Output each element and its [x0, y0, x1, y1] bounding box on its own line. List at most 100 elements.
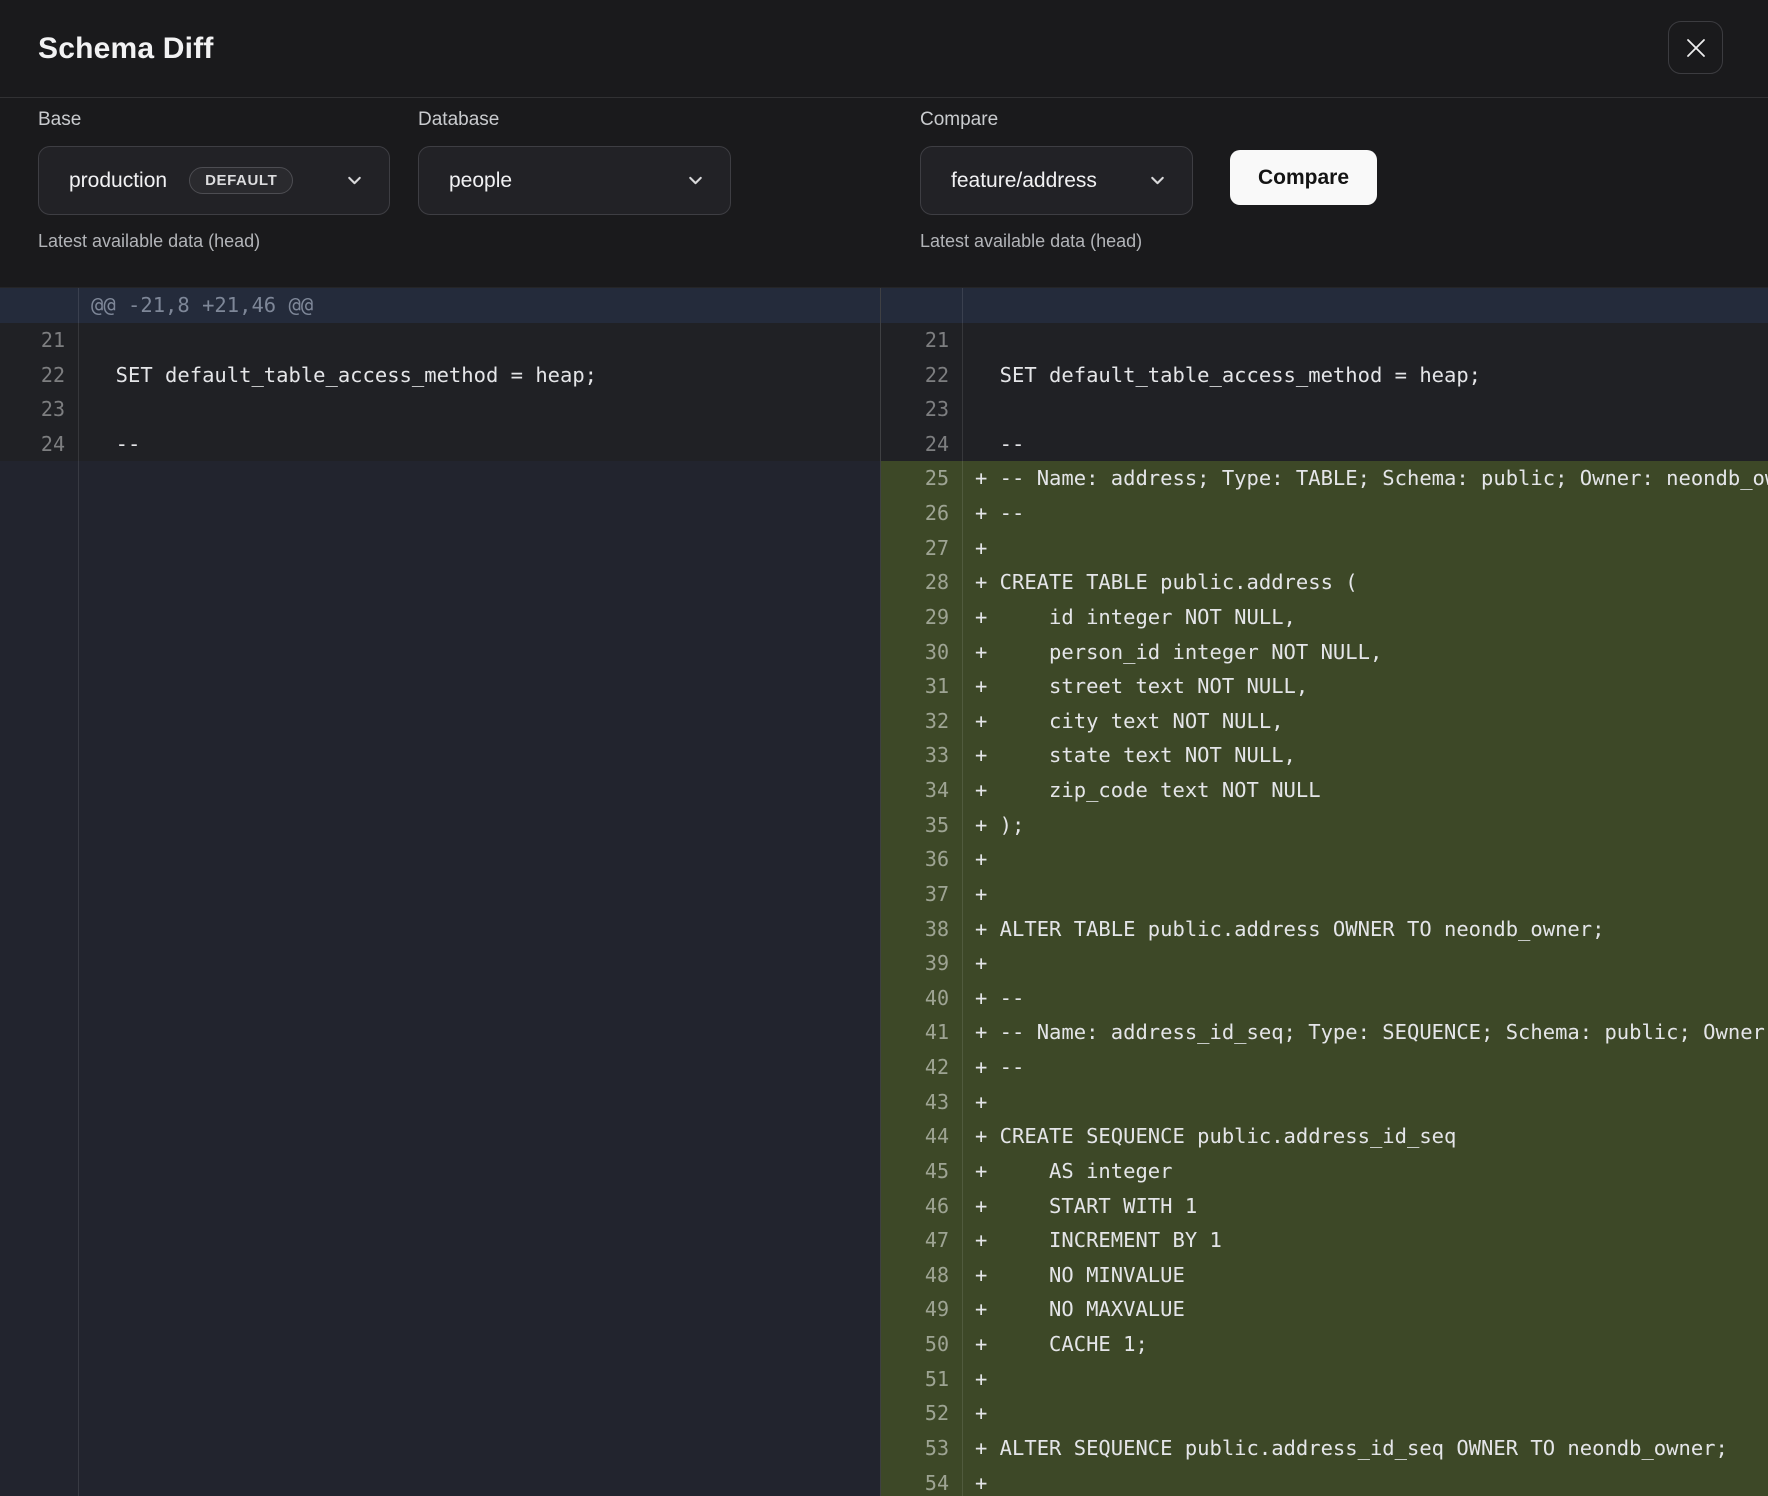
code-text: + CACHE 1; — [963, 1327, 1768, 1362]
line-number: 37 — [881, 877, 963, 912]
diff-line-row: 49+ NO MAXVALUE — [881, 1292, 1768, 1327]
diff-line-row: 24 -- — [0, 427, 880, 462]
line-number: 50 — [881, 1327, 963, 1362]
line-number — [0, 461, 79, 1496]
database-select[interactable]: people — [418, 146, 731, 215]
line-number: 23 — [881, 392, 963, 427]
diff-line-row: 28+ CREATE TABLE public.address ( — [881, 565, 1768, 600]
diff-line-row: 37+ — [881, 877, 1768, 912]
diff-line-row: 40+ -- — [881, 981, 1768, 1016]
diff-line-row: 48+ NO MINVALUE — [881, 1258, 1768, 1293]
diff-line-row: 50+ CACHE 1; — [881, 1327, 1768, 1362]
code-text: + CREATE TABLE public.address ( — [963, 565, 1768, 600]
line-number: 54 — [881, 1465, 963, 1496]
code-text: + — [963, 530, 1768, 565]
code-text: + — [963, 1361, 1768, 1396]
schema-diff-view: @@ -21,8 +21,46 @@2122 SET default_table… — [0, 287, 1768, 1496]
line-number: 24 — [0, 427, 79, 462]
page-title: Schema Diff — [38, 32, 214, 66]
base-helper-text: Latest available data (head) — [38, 231, 260, 252]
line-number: 22 — [881, 357, 963, 392]
code-text: + street text NOT NULL, — [963, 669, 1768, 704]
diff-line-row: 45+ AS integer — [881, 1154, 1768, 1189]
diff-line-row: 25+ -- Name: address; Type: TABLE; Schem… — [881, 461, 1768, 496]
code-text: + CREATE SEQUENCE public.address_id_seq — [963, 1119, 1768, 1154]
code-text — [79, 392, 880, 427]
chevron-down-icon — [1147, 170, 1168, 191]
code-text: + state text NOT NULL, — [963, 738, 1768, 773]
diff-line-row: 21 — [0, 323, 880, 358]
diff-line-row: 32+ city text NOT NULL, — [881, 704, 1768, 739]
diff-line-row: 46+ START WITH 1 — [881, 1188, 1768, 1223]
line-number: 30 — [881, 634, 963, 669]
code-text: + INCREMENT BY 1 — [963, 1223, 1768, 1258]
chevron-down-icon — [685, 170, 706, 191]
compare-button[interactable]: Compare — [1230, 150, 1377, 205]
diff-line-row: 51+ — [881, 1361, 1768, 1396]
compare-controls: Base production DEFAULT Latest available… — [0, 98, 1768, 287]
line-number: 26 — [881, 496, 963, 531]
code-text: + -- — [963, 1050, 1768, 1085]
line-number: 21 — [881, 323, 963, 358]
code-text: + — [963, 842, 1768, 877]
diff-line-row: 36+ — [881, 842, 1768, 877]
code-text — [79, 323, 880, 358]
code-text: + zip_code text NOT NULL — [963, 773, 1768, 808]
database-label: Database — [418, 109, 499, 131]
line-number: 21 — [0, 323, 79, 358]
diff-line-row: 42+ -- — [881, 1050, 1768, 1085]
diff-line-row: 38+ ALTER TABLE public.address OWNER TO … — [881, 911, 1768, 946]
line-number: 52 — [881, 1396, 963, 1431]
database-value: people — [449, 169, 512, 193]
compare-branch-select[interactable]: feature/address — [920, 146, 1193, 215]
diff-line-row: 23 — [881, 392, 1768, 427]
line-number — [881, 288, 963, 323]
diff-line-row: 33+ state text NOT NULL, — [881, 738, 1768, 773]
base-branch-value: production — [69, 169, 167, 193]
base-label: Base — [38, 109, 81, 131]
code-text: + — [963, 1396, 1768, 1431]
diff-line-row: 27+ — [881, 530, 1768, 565]
code-text: + id integer NOT NULL, — [963, 600, 1768, 635]
line-number: 47 — [881, 1223, 963, 1258]
filler-area — [79, 461, 880, 1496]
diff-line-row: 22 SET default_table_access_method = hea… — [0, 357, 880, 392]
code-text — [963, 323, 1768, 358]
close-icon — [1683, 35, 1709, 61]
code-text: + ); — [963, 807, 1768, 842]
diff-line-row — [881, 288, 1768, 323]
code-text: SET default_table_access_method = heap; — [963, 357, 1768, 392]
line-number: 39 — [881, 946, 963, 981]
code-text: + city text NOT NULL, — [963, 704, 1768, 739]
diff-line-row: 44+ CREATE SEQUENCE public.address_id_se… — [881, 1119, 1768, 1154]
line-number: 28 — [881, 565, 963, 600]
diff-line-row: 53+ ALTER SEQUENCE public.address_id_seq… — [881, 1431, 1768, 1466]
code-text: + -- — [963, 496, 1768, 531]
code-text: + -- Name: address_id_seq; Type: SEQUENC… — [963, 1015, 1768, 1050]
line-number: 51 — [881, 1361, 963, 1396]
code-text: + — [963, 1465, 1768, 1496]
diff-line-row: 43+ — [881, 1084, 1768, 1119]
code-text: + AS integer — [963, 1154, 1768, 1189]
line-number: 29 — [881, 600, 963, 635]
line-number: 46 — [881, 1188, 963, 1223]
base-branch-select[interactable]: production DEFAULT — [38, 146, 390, 215]
close-button[interactable] — [1668, 21, 1723, 74]
diff-line-row: 47+ INCREMENT BY 1 — [881, 1223, 1768, 1258]
line-number: 32 — [881, 704, 963, 739]
line-number: 35 — [881, 807, 963, 842]
diff-line-row: @@ -21,8 +21,46 @@ — [0, 288, 880, 323]
diff-line-row: 54+ — [881, 1465, 1768, 1496]
line-number: 44 — [881, 1119, 963, 1154]
code-text: SET default_table_access_method = heap; — [79, 357, 880, 392]
code-text: + ALTER SEQUENCE public.address_id_seq O… — [963, 1431, 1768, 1466]
diff-line-row: 35+ ); — [881, 807, 1768, 842]
code-text: + NO MAXVALUE — [963, 1292, 1768, 1327]
line-number: 34 — [881, 773, 963, 808]
diff-line-row: 26+ -- — [881, 496, 1768, 531]
code-text: + person_id integer NOT NULL, — [963, 634, 1768, 669]
compare-label: Compare — [920, 109, 998, 131]
line-number: 53 — [881, 1431, 963, 1466]
diff-line-row: 34+ zip_code text NOT NULL — [881, 773, 1768, 808]
line-number: 27 — [881, 530, 963, 565]
